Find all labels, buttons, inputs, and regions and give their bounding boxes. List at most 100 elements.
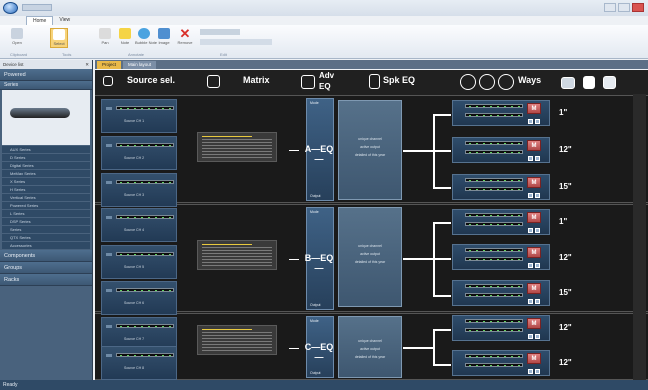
meter-tick	[497, 224, 499, 225]
list-item[interactable]: Vertical Series	[2, 194, 90, 201]
solo-toggle[interactable]	[528, 369, 533, 374]
speaker-eq-panel-c[interactable]: unique channel active output detailed of…	[338, 316, 402, 378]
source-strip[interactable]: Source CH 6	[101, 281, 177, 315]
speaker-eq-panel-b[interactable]: unique channel active output detailed of…	[338, 207, 402, 307]
wire	[403, 347, 433, 349]
panel-close-icon[interactable]: ✕	[85, 60, 89, 69]
panel-title: Device list ✕	[0, 60, 92, 69]
phase-toggle[interactable]	[535, 193, 540, 198]
matrix-line	[202, 142, 272, 143]
doc-tab-project[interactable]: Project	[97, 61, 122, 69]
minimize-button[interactable]	[604, 3, 616, 12]
phase-toggle[interactable]	[535, 263, 540, 268]
way-strip[interactable]: M	[452, 100, 550, 126]
meter-tick	[134, 145, 136, 146]
list-item[interactable]: Series	[2, 226, 90, 233]
way-strip[interactable]: M	[452, 174, 550, 200]
mute-button[interactable]: M	[527, 103, 541, 114]
vertical-scrollbar[interactable]	[633, 94, 646, 380]
doc-tab-main-layout[interactable]: Main layout	[123, 61, 157, 69]
list-item[interactable]: L Series	[2, 210, 90, 217]
mute-button[interactable]: M	[527, 353, 541, 364]
source-strip[interactable]: Source CH 3	[101, 173, 177, 207]
edit-tools[interactable]	[200, 39, 272, 45]
phase-toggle[interactable]	[535, 156, 540, 161]
source-strip[interactable]: Source CH 1	[101, 99, 177, 133]
bubble-note-button[interactable]: Bubble Note	[135, 28, 157, 48]
list-item[interactable]: QTX Series	[2, 234, 90, 241]
level-meter	[465, 104, 523, 108]
matrix-grid-c[interactable]	[197, 325, 277, 355]
way-strip[interactable]: M	[452, 137, 550, 163]
tab-view[interactable]: View	[53, 16, 76, 25]
section-components[interactable]: Components	[0, 250, 92, 262]
matrix-grid-b[interactable]	[197, 240, 277, 270]
image-button[interactable]: Image	[155, 28, 173, 48]
way-strip[interactable]: M	[452, 280, 550, 306]
select-button[interactable]: Select	[50, 28, 68, 48]
list-item[interactable]: Powered Series	[2, 202, 90, 209]
solo-toggle[interactable]	[528, 334, 533, 339]
list-view-icon[interactable]	[561, 77, 575, 89]
section-powered[interactable]: Powered	[0, 69, 92, 81]
section-series[interactable]: Series	[0, 81, 92, 90]
speaker-eq-panel-a[interactable]: unique channel active output detailed of…	[338, 100, 402, 200]
phase-toggle[interactable]	[535, 228, 540, 233]
signal-flow-canvas[interactable]: Source sel. Matrix Adv EQ Spk EQ Ways So…	[95, 70, 648, 380]
section-groups[interactable]: Groups	[0, 262, 92, 274]
phase-toggle[interactable]	[535, 299, 540, 304]
close-button[interactable]	[632, 3, 644, 12]
matrix-grid-a[interactable]	[197, 132, 277, 162]
mute-button[interactable]: M	[527, 140, 541, 151]
way-strip[interactable]: M	[452, 209, 550, 235]
meter-tick	[483, 286, 485, 287]
meter-tick	[504, 356, 506, 357]
source-strip[interactable]: Source CH 2	[101, 136, 177, 170]
tab-home[interactable]: Home	[26, 16, 54, 25]
way-strip[interactable]: M	[452, 350, 550, 376]
solo-toggle[interactable]	[528, 156, 533, 161]
open-button[interactable]: Open	[8, 28, 26, 48]
phase-toggle[interactable]	[535, 119, 540, 124]
meter-tick	[155, 108, 157, 109]
note-button[interactable]: Note	[116, 28, 134, 48]
phase-toggle[interactable]	[535, 369, 540, 374]
application-menu-button[interactable]	[3, 2, 18, 14]
remove-button[interactable]: ✕ Remove	[176, 27, 194, 48]
lock-icon[interactable]	[583, 76, 595, 89]
mute-button[interactable]: M	[527, 247, 541, 258]
maximize-button[interactable]	[618, 3, 630, 12]
solo-toggle[interactable]	[528, 299, 533, 304]
mute-button[interactable]: M	[527, 283, 541, 294]
meter-tick	[497, 180, 499, 181]
list-item[interactable]: AUX Series	[2, 146, 90, 153]
solo-toggle[interactable]	[528, 228, 533, 233]
solo-toggle[interactable]	[528, 193, 533, 198]
list-item[interactable]: MeMax Series	[2, 170, 90, 177]
source-strip[interactable]: Source CH 8	[101, 346, 177, 380]
list-item[interactable]: H Series	[2, 186, 90, 193]
way-strip[interactable]: M	[452, 315, 550, 341]
source-strip[interactable]: Source CH 4	[101, 208, 177, 242]
list-item[interactable]: Accessories	[2, 242, 90, 249]
meter-tick	[169, 182, 171, 183]
list-item[interactable]: D Series	[2, 154, 90, 161]
format-tools[interactable]	[200, 29, 240, 35]
solo-toggle[interactable]	[528, 263, 533, 268]
phase-toggle[interactable]	[535, 334, 540, 339]
mute-button[interactable]: M	[527, 177, 541, 188]
way-strip[interactable]: M	[452, 244, 550, 270]
list-item[interactable]: X Series	[2, 178, 90, 185]
solo-toggle[interactable]	[528, 119, 533, 124]
mute-button[interactable]: M	[527, 318, 541, 329]
list-item[interactable]: Digital Series	[2, 162, 90, 169]
ways-icon-1	[460, 74, 476, 90]
source-strip[interactable]: Source CH 5	[101, 245, 177, 279]
save-icon[interactable]	[603, 76, 616, 89]
list-item[interactable]: DSP Series	[2, 218, 90, 225]
meter-tick	[504, 259, 506, 260]
section-racks[interactable]: Racks	[0, 274, 92, 286]
pan-button[interactable]: Pan	[96, 28, 114, 48]
quick-access-toolbar[interactable]	[22, 4, 52, 11]
mute-button[interactable]: M	[527, 212, 541, 223]
